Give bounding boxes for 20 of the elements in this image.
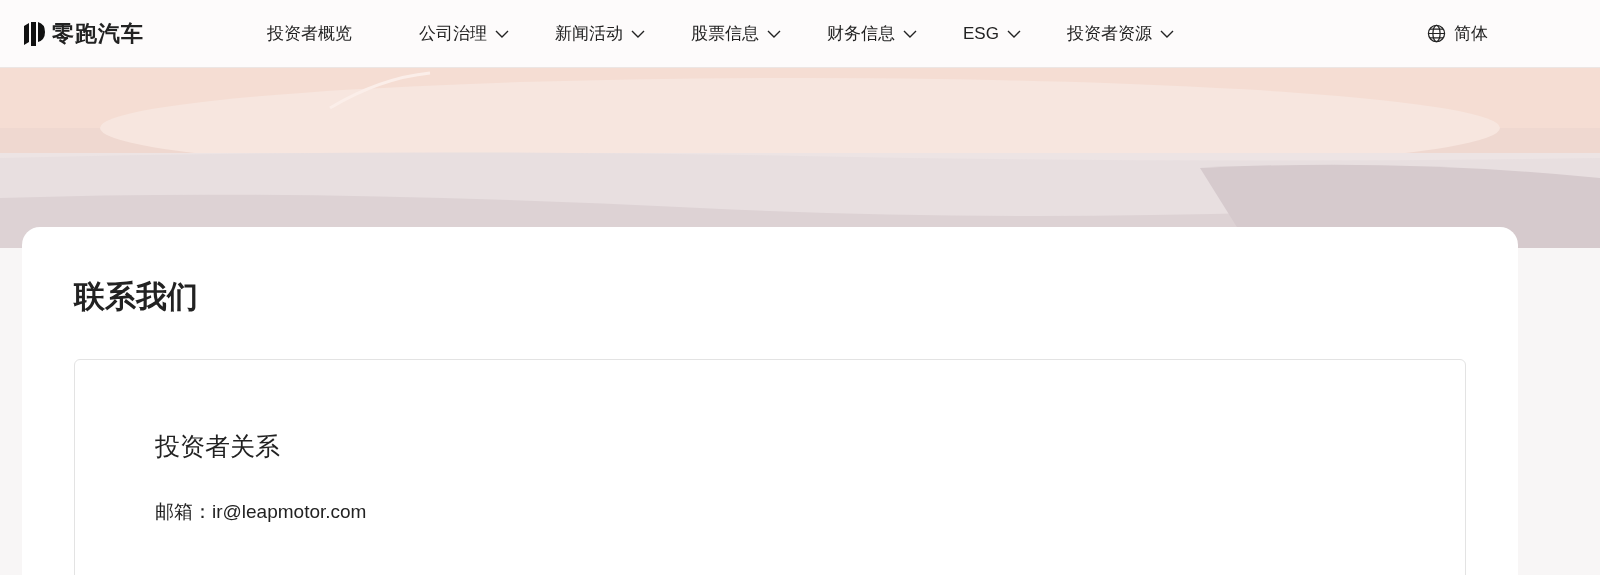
caret-icon bbox=[1159, 29, 1174, 38]
section-heading: 投资者关系 bbox=[155, 431, 281, 462]
nav-item[interactable]: 新闻活动 bbox=[555, 22, 645, 45]
language-link[interactable]: 简体 bbox=[1427, 22, 1488, 45]
caret-icon bbox=[631, 29, 645, 38]
nav-item[interactable]: 公司治理 bbox=[419, 22, 509, 45]
caret-icon bbox=[767, 29, 781, 38]
nav-item[interactable]: 财务信息 bbox=[827, 22, 917, 45]
page-title: 联系我们 bbox=[74, 279, 199, 315]
caret-icon bbox=[903, 29, 917, 38]
nav-item[interactable]: 股票信息 bbox=[691, 22, 781, 45]
caret-icon bbox=[1006, 29, 1021, 38]
nav-item[interactable]: 投资者概览 bbox=[267, 22, 352, 45]
email-line: 邮箱：ir@leapmotor.com bbox=[155, 500, 368, 524]
logo-icon bbox=[22, 19, 46, 48]
brand-name[interactable]: 零跑汽车 bbox=[52, 18, 144, 49]
caret-icon bbox=[495, 29, 509, 38]
nav-item[interactable]: 投资者资源 bbox=[1066, 22, 1174, 45]
nav-item[interactable]: ESG bbox=[963, 22, 1021, 45]
globe-icon bbox=[1427, 24, 1446, 43]
